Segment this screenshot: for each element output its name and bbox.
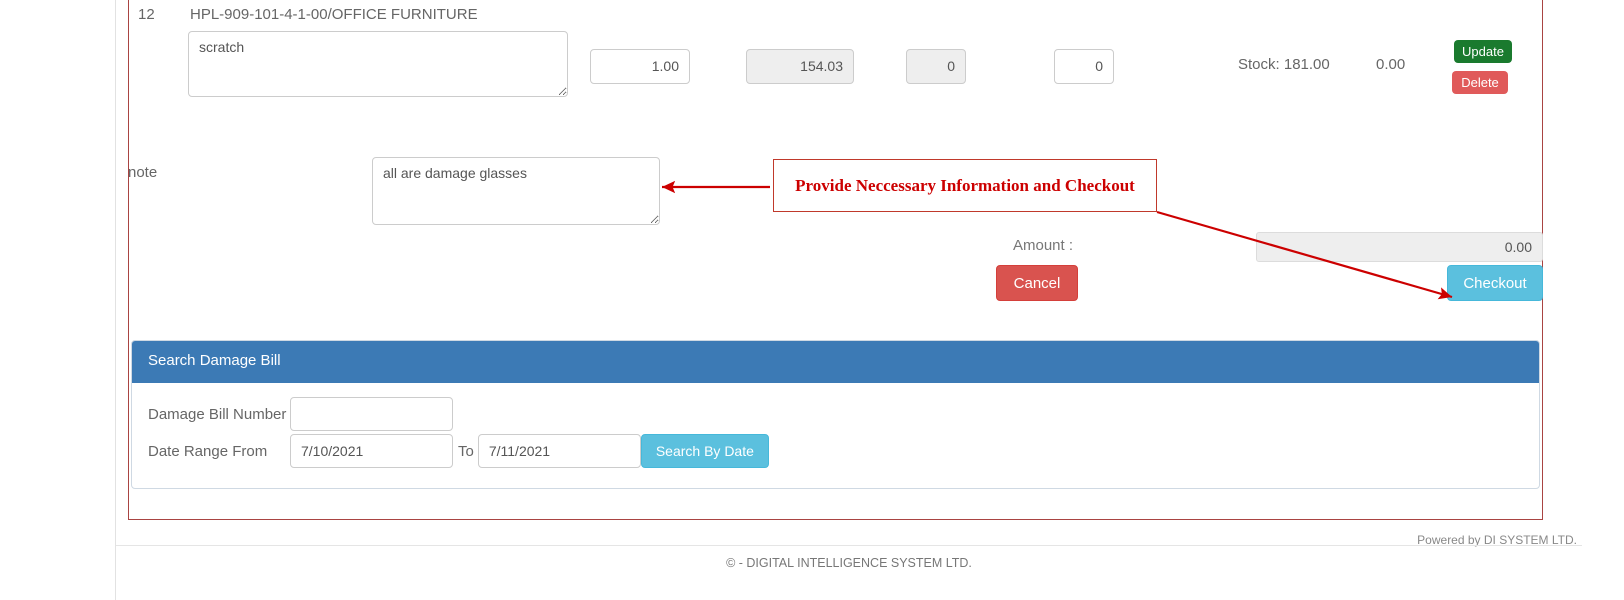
discount-input: 0 (906, 49, 966, 84)
date-from-input[interactable] (290, 434, 453, 468)
cancel-button[interactable]: Cancel (996, 265, 1078, 301)
item-serial-number: 12 (138, 6, 155, 23)
date-range-to-label: To (458, 442, 474, 460)
date-range-from-label: Date Range From (148, 442, 268, 460)
quantity-input[interactable]: 1.00 (590, 49, 690, 84)
page-gutter-right (1581, 0, 1624, 600)
delete-button[interactable]: Delete (1452, 71, 1508, 94)
date-range-field-group: Date Range From To Search By Date (148, 434, 769, 468)
copyright-label: © - DIGITAL INTELLIGENCE SYSTEM LTD. (726, 556, 972, 570)
bill-number-input[interactable] (290, 397, 453, 431)
annotation-callout-text: Provide Neccessary Information and Check… (795, 175, 1135, 195)
note-textarea[interactable] (372, 157, 660, 225)
update-button[interactable]: Update (1454, 40, 1512, 63)
item-remarks-textarea[interactable] (188, 31, 568, 97)
bill-number-field-group: Damage Bill Number (148, 397, 453, 431)
checkout-button[interactable]: Checkout (1447, 265, 1543, 301)
date-to-input[interactable] (477, 434, 641, 468)
rate-input: 154.03 (746, 49, 854, 84)
page-gutter-left (0, 0, 116, 600)
bill-number-label: Damage Bill Number (148, 405, 287, 423)
search-by-date-button[interactable]: Search By Date (640, 434, 769, 468)
note-label: note (128, 164, 158, 181)
amount-value-field: 0.00 (1256, 232, 1543, 262)
annotation-callout-box: Provide Neccessary Information and Check… (773, 159, 1157, 212)
search-panel-body: Damage Bill Number Date Range From To Sear… (132, 383, 1539, 488)
line-total-value: 0.00 (1376, 56, 1406, 73)
stock-label: Stock: 181.00 (1238, 56, 1330, 73)
search-damage-bill-panel: Search Damage Bill Damage Bill Number Da… (131, 340, 1540, 489)
item-code-label: HPL-909-101-4-1-00/OFFICE FURNITURE (190, 6, 478, 23)
vat-input[interactable]: 0 (1054, 49, 1114, 84)
footer-bar: © - DIGITAL INTELLIGENCE SYSTEM LTD. (116, 545, 1582, 600)
search-panel-title: Search Damage Bill (132, 341, 1539, 383)
damage-item-row: 12 HPL-909-101-4-1-00/OFFICE FURNITURE 1… (128, 0, 1543, 120)
amount-label: Amount : (1013, 237, 1074, 254)
